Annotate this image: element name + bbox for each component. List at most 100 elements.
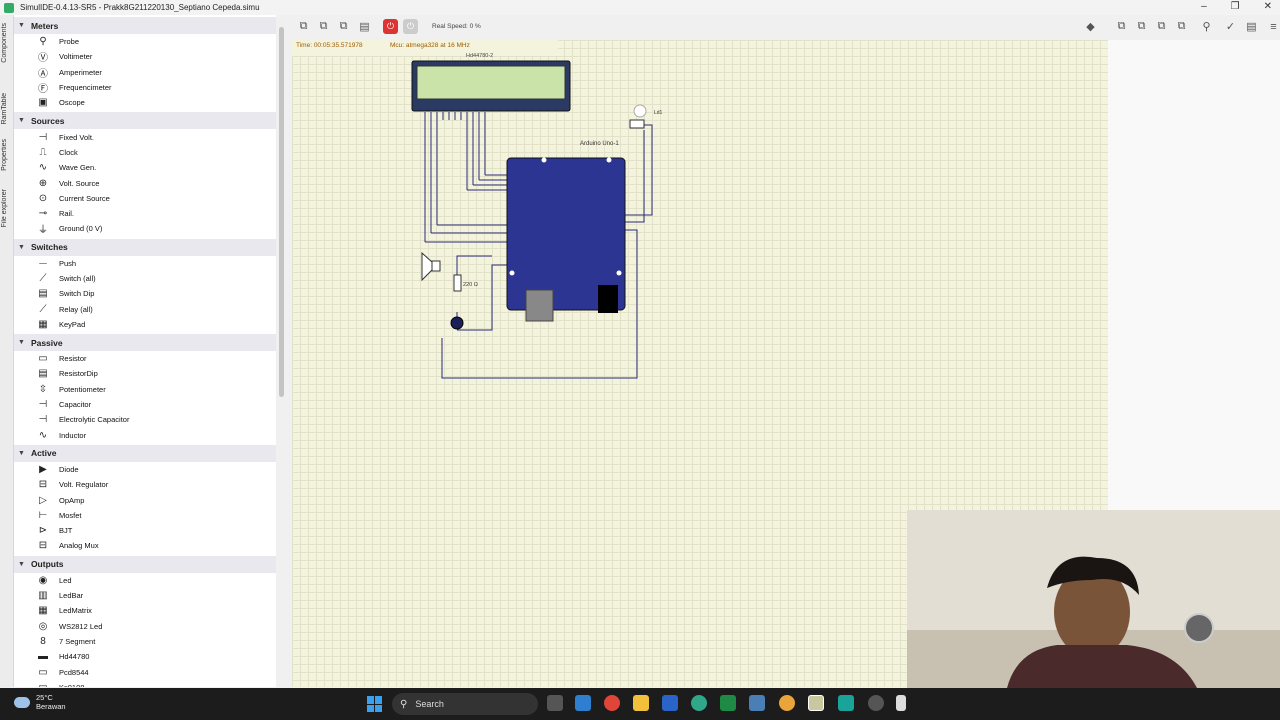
app-red-icon[interactable] — [604, 695, 620, 711]
component-item[interactable]: ▤ ResistorDip — [14, 366, 276, 381]
save-as-icon[interactable]: ▤ — [357, 19, 372, 34]
vscode-icon[interactable] — [575, 695, 591, 711]
component-label: Rail. — [59, 209, 75, 219]
simulide-icon[interactable] — [808, 695, 824, 711]
component-item[interactable]: ⊟ Volt. Regulator — [14, 477, 276, 492]
component-item[interactable]: ◉ Led — [14, 573, 276, 588]
app-icon-last[interactable] — [896, 695, 906, 711]
file-explorer-icon[interactable] — [633, 695, 649, 711]
excel-icon[interactable] — [720, 695, 736, 711]
tab-ramtable[interactable]: RamTable — [1, 93, 8, 125]
chevron-down-icon[interactable]: ▼ — [18, 22, 25, 29]
chevron-down-icon[interactable]: ▼ — [18, 561, 25, 568]
start-button[interactable] — [367, 696, 383, 712]
pause-button[interactable]: ⏻ — [403, 19, 418, 34]
arduino-uno-board[interactable]: Arduino Uno-1 — [506, 141, 626, 322]
app-icon — [4, 2, 14, 13]
component-item[interactable]: ⊕ Volt. Source — [14, 175, 276, 190]
open-circuit-icon[interactable]: ⧉ — [316, 19, 331, 34]
speaker[interactable] — [421, 251, 441, 282]
component-item[interactable]: ⏚ Ground (0 V) — [14, 221, 276, 236]
component-item[interactable]: ⊣ Fixed Volt. — [14, 129, 276, 144]
component-item[interactable]: 8 7 Segment — [14, 634, 276, 649]
led-component[interactable] — [450, 316, 464, 330]
component-item[interactable]: ⚲ Probe — [14, 34, 276, 49]
component-item[interactable]: Ⓕ Frequencimeter — [14, 80, 276, 95]
component-item[interactable]: Ⓐ Amperimeter — [14, 65, 276, 80]
new-circuit-icon[interactable]: ⧉ — [296, 19, 311, 34]
new-file-icon[interactable]: ⧉ — [1114, 19, 1129, 34]
component-item[interactable]: ⟋ Switch (all) — [14, 271, 276, 286]
component-item[interactable]: ⊣ Electrolytic Capacitor — [14, 412, 276, 427]
scrollbar-thumb[interactable] — [279, 27, 284, 397]
find-icon[interactable]: ⚲ — [1199, 19, 1214, 34]
power-stop-button[interactable]: ⏻ — [383, 19, 398, 34]
category-passive[interactable]: ▼ Passive — [14, 334, 276, 352]
component-item[interactable]: ⊣ Capacitor — [14, 397, 276, 412]
component-item[interactable]: ⎍ Clock — [14, 145, 276, 160]
task-view-icon[interactable] — [547, 695, 563, 711]
component-item[interactable]: Ⓥ Voltimeter — [14, 49, 276, 64]
component-item[interactable]: ▷ OpAmp — [14, 492, 276, 507]
component-item[interactable]: ⟋ Relay (all) — [14, 301, 276, 316]
component-item[interactable]: ∿ Wave Gen. — [14, 160, 276, 175]
word-icon[interactable] — [662, 695, 678, 711]
settings-icon[interactable]: ≡ — [1266, 19, 1280, 34]
lcd-display[interactable]: Hd44780-2 — [411, 53, 571, 112]
component-item[interactable]: ▦ KeyPad — [14, 317, 276, 332]
chevron-down-icon[interactable]: ▼ — [18, 339, 25, 346]
component-item[interactable]: ▶ Diode — [14, 462, 276, 477]
category-active[interactable]: ▼ Active — [14, 444, 276, 462]
component-item[interactable]: ▦ LedMatrix — [14, 603, 276, 618]
open-file-icon[interactable]: ⧉ — [1134, 19, 1149, 34]
component-item[interactable]: ⊢ Mosfet — [14, 508, 276, 523]
compile-icon[interactable]: ✓ — [1223, 19, 1238, 34]
switch-icon: ⟋ — [39, 273, 47, 284]
component-item[interactable]: ⊙ Current Source — [14, 191, 276, 206]
category-meters[interactable]: ▼ Meters — [14, 17, 276, 34]
component-item[interactable]: ▭ Resistor — [14, 351, 276, 366]
save-circuit-icon[interactable]: ⧉ — [336, 19, 351, 34]
component-item[interactable]: ⏤ Push — [14, 256, 276, 271]
close-icon[interactable]: ✕ — [1264, 1, 1272, 12]
capacitor-icon: ⊣ — [38, 399, 48, 411]
component-item[interactable]: ⇳ Potentiometer — [14, 382, 276, 397]
chevron-down-icon[interactable]: ▼ — [18, 450, 25, 457]
category-sources[interactable]: ▼ Sources — [14, 112, 276, 130]
save-file-as-icon[interactable]: ⧉ — [1174, 19, 1189, 34]
component-item[interactable]: ⊸ Rail. — [14, 206, 276, 221]
save-file-icon[interactable]: ⧉ — [1154, 19, 1169, 34]
debug-icon[interactable]: ◆ — [1083, 19, 1098, 34]
webcam-overlay — [907, 510, 1280, 688]
edge-icon[interactable] — [691, 695, 707, 711]
minimize-icon[interactable]: – — [1201, 1, 1207, 12]
tab-file-explorer[interactable]: File explorer — [1, 189, 8, 228]
arduino-icon[interactable] — [838, 695, 854, 711]
component-item[interactable]: ▣ Oscope — [14, 95, 276, 110]
restore-icon[interactable]: ❐ — [1231, 1, 1240, 12]
search-icon: ⚲ — [400, 698, 408, 710]
taskbar-search[interactable]: ⚲ Search — [392, 693, 538, 715]
tab-properties[interactable]: Properties — [1, 139, 8, 171]
category-outputs[interactable]: ▼ Outputs — [14, 555, 276, 573]
category-switches[interactable]: ▼ Switches — [14, 238, 276, 256]
chevron-down-icon[interactable]: ▼ — [18, 117, 25, 124]
component-item[interactable]: ▥ LedBar — [14, 588, 276, 603]
component-item[interactable]: ▭ Ks0108 — [14, 680, 276, 687]
tab-components[interactable]: Components — [1, 23, 8, 63]
panel-scrollbar[interactable] — [278, 15, 286, 687]
component-item[interactable]: ⊳ BJT — [14, 523, 276, 538]
component-item[interactable]: ▭ Pcd8544 — [14, 664, 276, 679]
component-item[interactable]: ◎ WS2812 Led — [14, 619, 276, 634]
weather-widget[interactable]: 25°C Berawan — [14, 693, 66, 711]
resistor[interactable]: 220 Ω — [453, 274, 478, 292]
component-item[interactable]: ⊟ Analog Mux — [14, 538, 276, 553]
store-icon[interactable] — [749, 695, 765, 711]
app-icon-extra[interactable] — [868, 695, 884, 711]
component-item[interactable]: ▤ Switch Dip — [14, 286, 276, 301]
chevron-down-icon[interactable]: ▼ — [18, 244, 25, 251]
upload-icon[interactable]: ▤ — [1244, 19, 1259, 34]
component-item[interactable]: ∿ Inductor — [14, 428, 276, 443]
chrome-icon[interactable] — [779, 695, 795, 711]
component-item[interactable]: ▬ Hd44780 — [14, 649, 276, 664]
